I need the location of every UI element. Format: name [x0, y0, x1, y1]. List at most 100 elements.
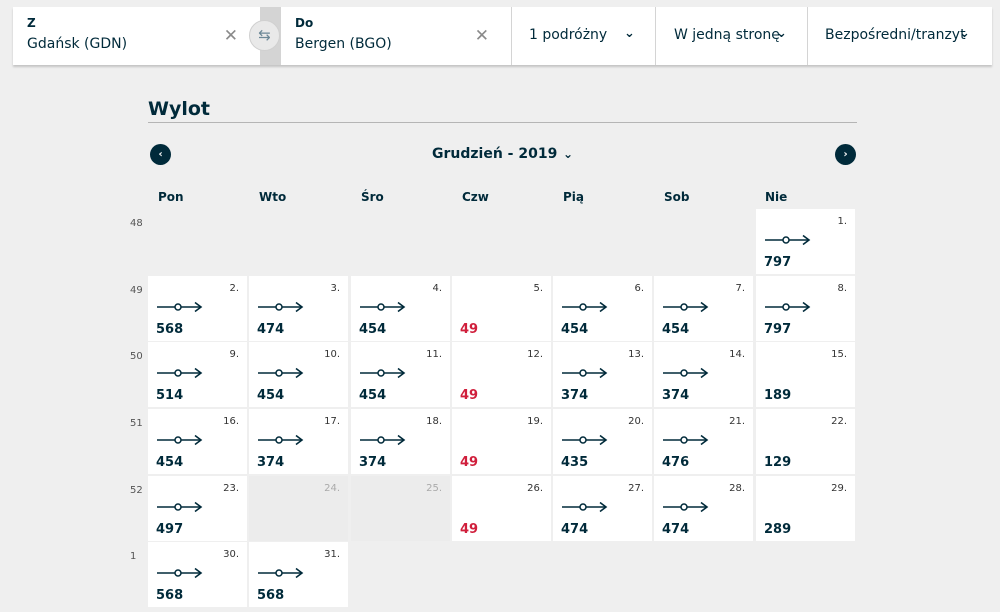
day-number: 10.: [324, 349, 340, 360]
calendar-day-cell[interactable]: 10. 454: [249, 342, 348, 407]
weekday-header-sat: Sob: [664, 190, 690, 204]
calendar-day-cell[interactable]: 19. 49: [452, 409, 551, 474]
calendar-day-cell[interactable]: 20. 435: [553, 409, 652, 474]
flight-search-bar: Z Gdańsk (GDN) ✕ Do Bergen (BGO) ✕ ⇆ 1 p…: [13, 7, 992, 65]
calendar-day-cell[interactable]: 18. 374: [351, 409, 450, 474]
origin-field[interactable]: Z Gdańsk (GDN) ✕: [13, 7, 260, 65]
week-number: 1: [130, 551, 137, 562]
calendar-day-cell[interactable]: 7. 454: [654, 276, 753, 341]
weekday-header-mon: Pon: [158, 190, 184, 204]
direct-flight-icon: [562, 501, 608, 513]
day-price: 474: [662, 522, 690, 537]
day-number: 26.: [527, 483, 543, 494]
day-number: 25.: [426, 483, 442, 494]
calendar-day-cell[interactable]: 12. 49: [452, 342, 551, 407]
week-number: 51: [130, 418, 143, 429]
calendar-day-cell[interactable]: 4. 454: [351, 276, 450, 341]
day-number: 4.: [432, 283, 442, 294]
connection-value: Bezpośredni/tranzyt: [825, 27, 966, 43]
day-number: 11.: [426, 349, 442, 360]
day-number: 16.: [223, 416, 239, 427]
chevron-down-icon: ⌄: [624, 26, 635, 41]
day-price: 49: [460, 388, 479, 403]
calendar-day-cell[interactable]: 21. 476: [654, 409, 753, 474]
chevron-down-icon: ⌄: [959, 26, 970, 41]
week-number: 49: [130, 285, 143, 296]
month-selector[interactable]: Grudzień - 2019: [432, 146, 557, 162]
connection-dropdown[interactable]: Bezpośredni/tranzyt ⌄: [808, 7, 992, 65]
day-price: 49: [460, 455, 479, 470]
day-price: 797: [764, 255, 792, 270]
trip-type-dropdown[interactable]: W jedną stronę ⌄: [656, 7, 807, 65]
calendar-day-cell[interactable]: 9. 514: [148, 342, 247, 407]
calendar-day-cell[interactable]: 15. 189: [756, 342, 855, 407]
calendar-day-cell[interactable]: 11. 454: [351, 342, 450, 407]
day-number: 13.: [628, 349, 644, 360]
clear-origin-icon[interactable]: ✕: [224, 26, 238, 46]
calendar-day-cell[interactable]: 14. 374: [654, 342, 753, 407]
destination-value[interactable]: Bergen (BGO): [295, 36, 392, 52]
passengers-dropdown[interactable]: 1 podróżny ⌄: [512, 7, 655, 65]
calendar-day-cell[interactable]: 22. 129: [756, 409, 855, 474]
passengers-value: 1 podróżny: [529, 27, 608, 43]
day-price: 49: [460, 522, 479, 537]
direct-flight-icon: [258, 301, 304, 313]
day-number: 19.: [527, 416, 543, 427]
day-number: 31.: [324, 549, 340, 560]
day-price: 435: [561, 455, 589, 470]
day-number: 2.: [229, 283, 239, 294]
previous-month-icon[interactable]: ‹: [150, 144, 171, 165]
destination-field[interactable]: Do Bergen (BGO) ✕: [281, 7, 511, 65]
direct-flight-icon: [157, 434, 203, 446]
day-price: 374: [359, 455, 387, 470]
direct-flight-icon: [157, 567, 203, 579]
direct-flight-icon: [360, 434, 406, 446]
day-price: 189: [764, 388, 792, 403]
direct-flight-icon: [360, 301, 406, 313]
calendar-day-cell[interactable]: 16. 454: [148, 409, 247, 474]
day-price: 374: [257, 455, 285, 470]
next-month-icon[interactable]: ›: [835, 144, 856, 165]
day-number: 18.: [426, 416, 442, 427]
day-price: 454: [257, 388, 285, 403]
weekday-header-tue: Wto: [259, 190, 287, 204]
calendar-day-cell[interactable]: 26. 49: [452, 476, 551, 541]
day-price: 454: [359, 322, 387, 337]
calendar-day-cell[interactable]: 3. 474: [249, 276, 348, 341]
day-number: 5.: [533, 283, 543, 294]
calendar-day-cell[interactable]: 23. 497: [148, 476, 247, 541]
day-price: 497: [156, 522, 184, 537]
chevron-down-icon[interactable]: ⌄: [563, 147, 573, 161]
calendar-day-cell[interactable]: 6. 454: [553, 276, 652, 341]
direct-flight-icon: [562, 434, 608, 446]
direct-flight-icon: [258, 434, 304, 446]
day-number: 14.: [729, 349, 745, 360]
calendar-title: Wylot: [148, 98, 210, 120]
day-price: 454: [662, 322, 690, 337]
calendar-day-cell[interactable]: 31. 568: [249, 542, 348, 607]
calendar-day-cell[interactable]: 1. 797: [756, 209, 855, 274]
day-price: 454: [561, 322, 589, 337]
swap-airports-icon[interactable]: ⇆: [249, 20, 280, 51]
calendar-day-cell[interactable]: 17. 374: [249, 409, 348, 474]
clear-destination-icon[interactable]: ✕: [475, 26, 489, 46]
direct-flight-icon: [663, 501, 709, 513]
direct-flight-icon: [360, 367, 406, 379]
origin-value[interactable]: Gdańsk (GDN): [27, 36, 127, 52]
day-number: 22.: [831, 416, 847, 427]
calendar-day-cell[interactable]: 2. 568: [148, 276, 247, 341]
day-price: 568: [156, 588, 184, 603]
calendar-day-cell[interactable]: 13. 374: [553, 342, 652, 407]
calendar-day-cell[interactable]: 5. 49: [452, 276, 551, 341]
trip-type-value: W jedną stronę: [674, 27, 780, 43]
day-number: 6.: [634, 283, 644, 294]
day-number: 23.: [223, 483, 239, 494]
calendar-day-cell[interactable]: 8. 797: [756, 276, 855, 341]
calendar-day-cell[interactable]: 30. 568: [148, 542, 247, 607]
calendar-day-cell[interactable]: 27. 474: [553, 476, 652, 541]
calendar-day-cell[interactable]: 28. 474: [654, 476, 753, 541]
day-number: 29.: [831, 483, 847, 494]
week-number: 52: [130, 485, 143, 496]
calendar-day-cell[interactable]: 29. 289: [756, 476, 855, 541]
day-price: 514: [156, 388, 184, 403]
